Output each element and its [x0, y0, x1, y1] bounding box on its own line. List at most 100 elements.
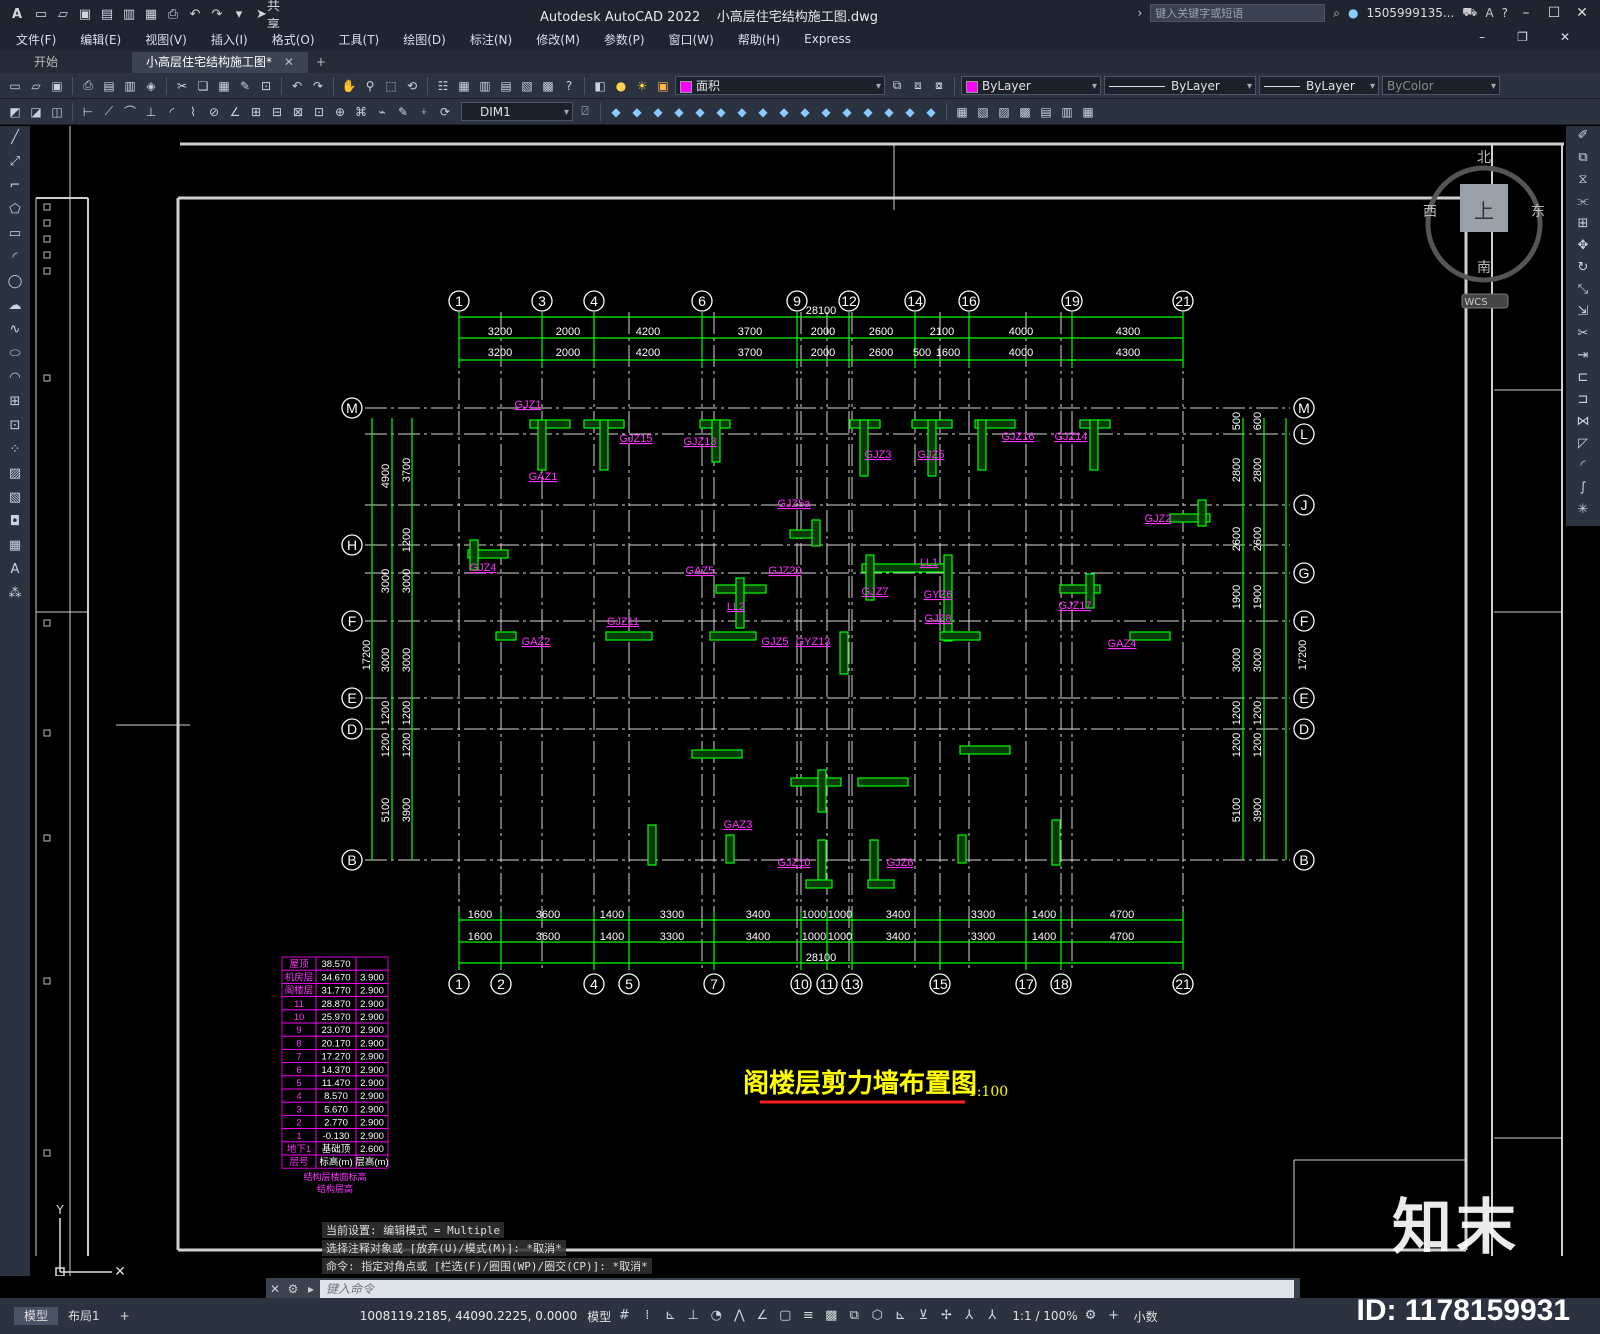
- paste-icon[interactable]: ▦: [215, 77, 233, 95]
- viewcube-east[interactable]: 东: [1531, 204, 1545, 220]
- ortho-icon[interactable]: ⊥: [683, 1306, 703, 1326]
- zoom-realtime-icon[interactable]: ⚲: [361, 77, 379, 95]
- arc-length-icon[interactable]: ⌒: [121, 103, 139, 121]
- mtext-icon[interactable]: ▦: [1079, 103, 1097, 121]
- menu-tools[interactable]: 工具(T): [339, 31, 380, 48]
- blend-curves-icon[interactable]: ∫: [1573, 480, 1593, 500]
- pan-icon[interactable]: ✋: [340, 77, 358, 95]
- model-space-toggle[interactable]: 模型: [587, 1308, 611, 1325]
- help-icon[interactable]: ?: [1502, 6, 1508, 20]
- chamfer-icon[interactable]: ◆: [880, 103, 898, 121]
- draw-order-icon[interactable]: ◩: [6, 103, 24, 121]
- properties-icon[interactable]: ☷: [434, 77, 452, 95]
- design-center-icon[interactable]: ▦: [455, 77, 473, 95]
- ellipse-arc-icon[interactable]: ◠: [5, 370, 25, 390]
- break-icon[interactable]: ⊐: [1573, 392, 1593, 412]
- circle-icon[interactable]: ◯: [5, 274, 25, 294]
- snap-icon[interactable]: ⁞: [637, 1306, 657, 1326]
- diameter-dimension-icon[interactable]: ⊘: [205, 103, 223, 121]
- save-as-icon[interactable]: ▤: [98, 5, 116, 23]
- ordinate-dimension-icon[interactable]: ⊥: [142, 103, 160, 121]
- insert-block-icon[interactable]: ⊞: [5, 394, 25, 414]
- coordinate-readout[interactable]: 1008119.2185, 44090.2225, 0.0000: [360, 1309, 578, 1323]
- maximize-button[interactable]: ☐: [1544, 3, 1564, 23]
- tolerance-icon[interactable]: ⊡: [310, 103, 328, 121]
- region-icon[interactable]: ▤: [1037, 103, 1055, 121]
- revision-cloud-icon[interactable]: ☁: [5, 298, 25, 318]
- point-icon[interactable]: ▨: [995, 103, 1013, 121]
- menu-insert[interactable]: 插入(I): [211, 31, 248, 48]
- infer-constraints-icon[interactable]: ⊾: [660, 1306, 680, 1326]
- mirror-icon[interactable]: ◆: [649, 103, 667, 121]
- center-mark-icon[interactable]: ⊕: [331, 103, 349, 121]
- menu-view[interactable]: 视图(V): [145, 31, 187, 48]
- menu-draw[interactable]: 绘图(D): [403, 31, 446, 48]
- tab-close-icon[interactable]: ✕: [284, 55, 294, 69]
- menu-window[interactable]: 窗口(W): [669, 31, 714, 48]
- offset-icon[interactable]: ⫘: [1573, 194, 1593, 214]
- match-properties-icon[interactable]: ✎: [236, 77, 254, 95]
- polyline-icon[interactable]: ⌐: [5, 178, 25, 198]
- point-icon[interactable]: ⁘: [5, 442, 25, 462]
- autocad-logo-icon[interactable]: A: [6, 5, 28, 23]
- join-icon[interactable]: ⋈: [1573, 414, 1593, 434]
- selection-cycling-icon[interactable]: ⧉: [844, 1306, 864, 1326]
- zoom-previous-icon[interactable]: ⟲: [403, 77, 421, 95]
- osnap-icon[interactable]: ▢: [775, 1306, 795, 1326]
- transparency-icon[interactable]: ▩: [821, 1306, 841, 1326]
- open-file-icon[interactable]: ▱: [54, 5, 72, 23]
- aligned-dimension-icon[interactable]: ⟋: [100, 103, 118, 121]
- fillet-icon[interactable]: ◆: [901, 103, 919, 121]
- move-icon[interactable]: ◆: [712, 103, 730, 121]
- publish-icon[interactable]: ▥: [121, 77, 139, 95]
- calculator-icon[interactable]: ▩: [539, 77, 557, 95]
- annotation-scale[interactable]: 1:1 / 100%: [1012, 1309, 1077, 1323]
- stretch-icon[interactable]: ◆: [775, 103, 793, 121]
- line-icon[interactable]: ╱: [5, 130, 25, 150]
- tool-palettes-icon[interactable]: ▥: [476, 77, 494, 95]
- doc-minimize-icon[interactable]: –: [1479, 30, 1485, 44]
- undo-icon[interactable]: ↶: [186, 5, 204, 23]
- menu-parametric[interactable]: 参数(P): [604, 31, 645, 48]
- search-expand-icon[interactable]: ›: [1137, 6, 1142, 20]
- menu-file[interactable]: 文件(F): [16, 31, 56, 48]
- rotate-icon[interactable]: ◆: [733, 103, 751, 121]
- command-customize-icon[interactable]: ⚙: [284, 1280, 302, 1298]
- dimstyle-dropdown[interactable]: DIM1: [461, 102, 573, 122]
- new-file-icon[interactable]: ▭: [32, 5, 50, 23]
- baseline-dimension-icon[interactable]: ⊟: [268, 103, 286, 121]
- qat-dropdown-icon[interactable]: ▾: [230, 5, 248, 23]
- array-icon[interactable]: ⊞: [1573, 216, 1593, 236]
- minimize-button[interactable]: –: [1516, 3, 1536, 23]
- save-icon[interactable]: ▣: [48, 77, 66, 95]
- hatch-icon[interactable]: ▨: [5, 466, 25, 486]
- doc-restore-icon[interactable]: ❐: [1517, 30, 1528, 44]
- zoom-window-icon[interactable]: ⬚: [382, 77, 400, 95]
- erase-icon[interactable]: ◆: [607, 103, 625, 121]
- command-close-icon[interactable]: ✕: [266, 1280, 284, 1298]
- explode-icon[interactable]: ◆: [922, 103, 940, 121]
- lineweight-dropdown[interactable]: ByLayer: [1259, 76, 1379, 96]
- 3d-osnap-icon[interactable]: ⬡: [867, 1306, 887, 1326]
- dynamic-ucs-icon[interactable]: ⊾: [890, 1306, 910, 1326]
- hatch-icon[interactable]: ▩: [1016, 103, 1034, 121]
- make-block-icon[interactable]: ⊡: [5, 418, 25, 438]
- save-to-web-icon[interactable]: ▦: [142, 5, 160, 23]
- annotation-visibility-icon[interactable]: ⅄: [959, 1306, 979, 1326]
- units-display[interactable]: 小数: [1134, 1308, 1158, 1325]
- drawing-canvas[interactable]: Y ✕ 上 北 南 东 西 WCS 1 3 4 6 9 12 14 16 19 211 2 4 5 7 10…: [32, 126, 1564, 1276]
- preview-icon[interactable]: ▤: [100, 77, 118, 95]
- command-input[interactable]: [320, 1280, 1294, 1298]
- share-button[interactable]: ➤ 共享: [256, 0, 285, 33]
- annotation-autoscale-icon[interactable]: ⅄: [982, 1306, 1002, 1326]
- continue-dimension-icon[interactable]: ⊠: [289, 103, 307, 121]
- construction-line-icon[interactable]: ⤢: [5, 154, 25, 174]
- arc-icon[interactable]: ◜: [5, 250, 25, 270]
- new-tab-button[interactable]: +: [308, 52, 334, 73]
- osnap-tracking-icon[interactable]: ∠: [752, 1306, 772, 1326]
- lock-icon[interactable]: ▣: [654, 77, 672, 95]
- 3d-print-icon[interactable]: ◈: [142, 77, 160, 95]
- trim-icon[interactable]: ◆: [796, 103, 814, 121]
- explode-icon[interactable]: ✳: [1573, 502, 1593, 522]
- dimension-text-edit-icon[interactable]: ⍖: [415, 103, 433, 121]
